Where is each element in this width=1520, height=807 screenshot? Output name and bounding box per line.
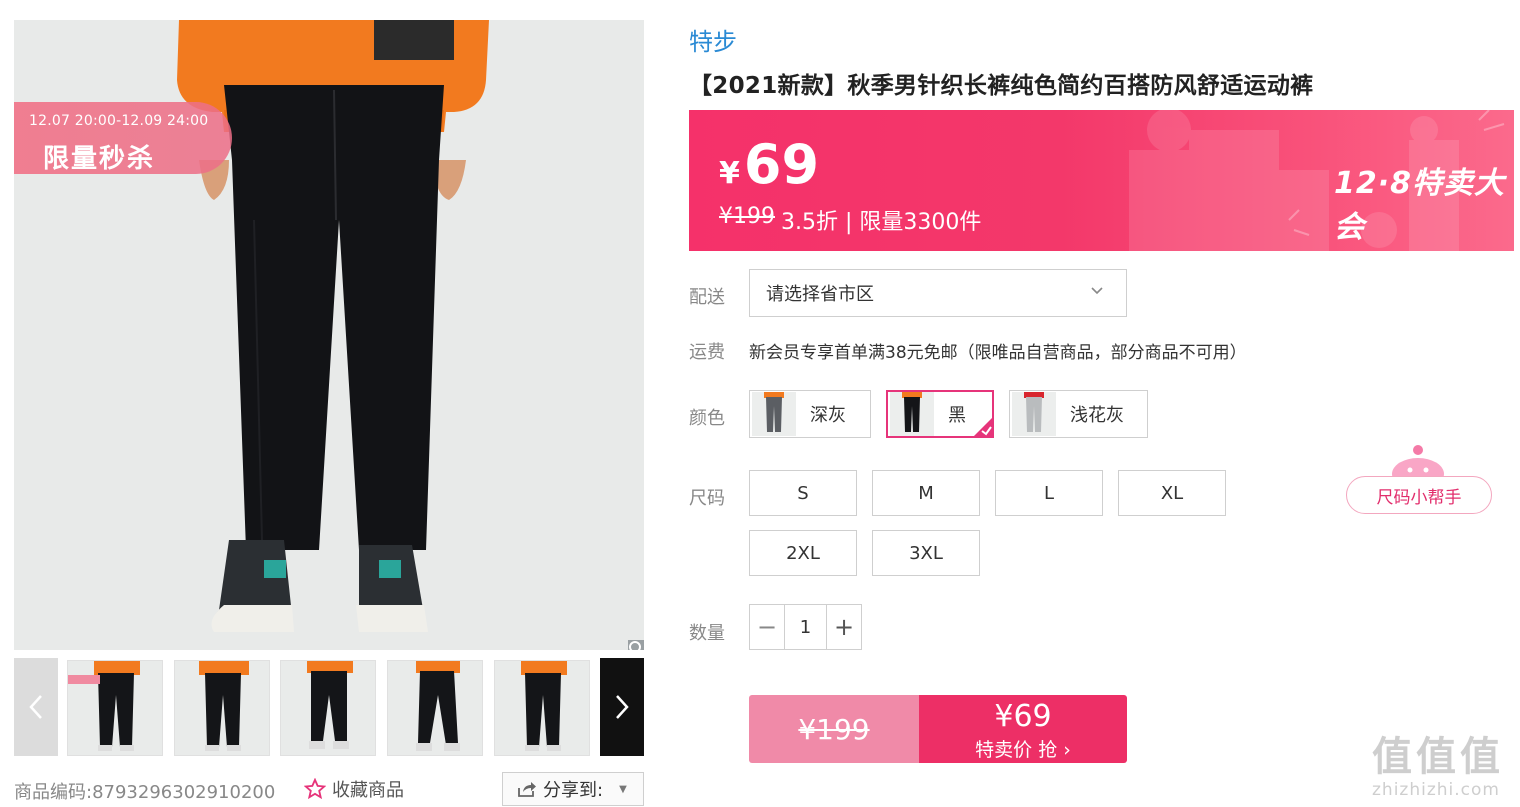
color-option-light-heather-gray[interactable]: 浅花灰	[1009, 390, 1148, 438]
current-price-value: 69	[743, 133, 820, 196]
star-icon	[304, 778, 326, 800]
chevron-down-icon	[1091, 287, 1103, 295]
product-code: 商品编码:8793296302910200	[14, 778, 275, 804]
selected-check-icon	[972, 416, 994, 438]
caret-down-icon: ▼	[619, 783, 627, 795]
event-title: 12·8特卖大会	[1334, 166, 1506, 245]
price-subline: ¥199 3.5折 | 限量3300件	[719, 204, 981, 236]
discount-info: 3.5折 | 限量3300件	[781, 210, 982, 235]
product-title: 【2021新款】秋季男针织长裤纯色简约百搭防风舒适运动裤	[689, 73, 1314, 99]
size-option-2xl[interactable]: 2XL	[749, 530, 857, 576]
buy-now-button[interactable]: ¥69 特卖价 抢 ›	[919, 695, 1127, 763]
color-option-label: 深灰	[810, 405, 846, 426]
share-label: 分享到:	[543, 780, 604, 801]
thumbnail-prev-button[interactable]	[14, 658, 58, 756]
color-option-dark-gray[interactable]: 深灰	[749, 390, 871, 438]
currency-symbol: ¥	[719, 156, 740, 191]
magnifier-icon	[629, 641, 641, 650]
quantity-decrement-button[interactable]: −	[750, 605, 784, 649]
region-placeholder: 请选择省市区	[766, 284, 874, 305]
thumbnail-next-button[interactable]	[600, 658, 644, 756]
favorite-button[interactable]: 收藏商品	[304, 776, 404, 802]
flash-sale-title: 限量秒杀	[43, 144, 156, 174]
current-price: ¥ 69	[719, 138, 819, 192]
size-option-xl[interactable]: XL	[1118, 470, 1226, 516]
color-swatch	[1012, 392, 1056, 436]
size-option-l[interactable]: L	[995, 470, 1103, 516]
thumbnail-5[interactable]	[494, 660, 590, 756]
buy-original-price[interactable]: ¥199	[749, 695, 919, 763]
color-swatch	[890, 392, 934, 436]
original-price: ¥199	[719, 204, 775, 229]
brand-link[interactable]: 特步	[689, 22, 737, 57]
color-option-label: 黑	[948, 405, 966, 426]
product-code-label: 商品编码:	[14, 782, 93, 803]
thumbnail-image	[495, 661, 589, 755]
color-label: 颜色	[689, 408, 725, 429]
color-option-black[interactable]: 黑	[886, 390, 994, 438]
share-icon	[518, 782, 536, 797]
size-option-m[interactable]: M	[872, 470, 980, 516]
favorite-label: 收藏商品	[332, 780, 404, 801]
shipping-info: 新会员专享首单满38元免邮（限唯品自营商品，部分商品不可用）	[749, 343, 1247, 363]
share-dropdown[interactable]: 分享到: ▼	[502, 772, 644, 806]
size-option-s[interactable]: S	[749, 470, 857, 516]
color-option-label: 浅花灰	[1070, 405, 1124, 426]
buy-label: 特卖价 抢 ›	[975, 739, 1071, 761]
thumbnail-2[interactable]	[174, 660, 270, 756]
quantity-increment-button[interactable]: +	[827, 605, 861, 649]
buy-price: ¥69	[994, 699, 1052, 734]
watermark-url: zhizhizhi.com	[1372, 780, 1500, 800]
quantity-label: 数量	[689, 623, 725, 644]
thumbnail-strip	[14, 658, 644, 756]
site-watermark: 值值值 zhizhizhi.com	[1372, 724, 1512, 804]
shipping-label: 运费	[689, 342, 725, 363]
flash-sale-tag: 12.07 20:00-12.09 24:00 限量秒杀	[14, 102, 232, 174]
flash-sale-time: 12.07 20:00-12.09 24:00	[29, 113, 209, 129]
color-swatch	[752, 392, 796, 436]
region-select[interactable]: 请选择省市区	[749, 269, 1127, 317]
quantity-input[interactable]: 1	[784, 605, 827, 649]
thumbnail-image	[175, 661, 269, 755]
product-code-value: 8793296302910200	[92, 782, 276, 803]
thumbnail-3[interactable]	[280, 660, 376, 756]
size-label: 尺码	[689, 488, 725, 509]
chevron-right-icon	[616, 695, 629, 719]
delivery-label: 配送	[689, 287, 725, 308]
thumbnail-1[interactable]	[67, 660, 163, 756]
price-banner: ¥ 69 ¥199 3.5折 | 限量3300件 12·8特卖大会	[689, 110, 1514, 251]
size-helper-button[interactable]: 尺码小帮手	[1346, 476, 1492, 514]
watermark-main: 值值值	[1372, 733, 1504, 780]
quantity-stepper: − 1 +	[749, 604, 862, 650]
thumbnail-badge	[68, 675, 100, 684]
thumbnail-4[interactable]	[387, 660, 483, 756]
product-meta-row: 商品编码:8793296302910200 收藏商品 分享到: ▼	[14, 772, 644, 806]
thumbnail-image	[388, 661, 482, 755]
zoom-button[interactable]	[628, 640, 644, 650]
size-option-3xl[interactable]: 3XL	[872, 530, 980, 576]
thumbnail-image	[281, 661, 375, 755]
chevron-left-icon	[29, 695, 42, 719]
